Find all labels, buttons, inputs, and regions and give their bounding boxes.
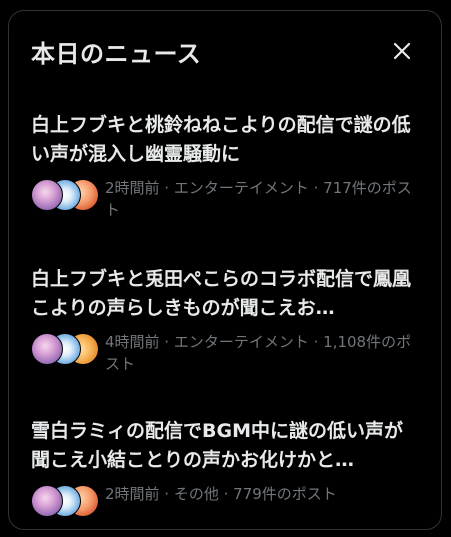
avatar-stack [31,333,99,365]
avatar-stack [31,179,99,211]
news-item[interactable]: 白上フブキと桃鈴ねねこよりの配信で謎の低い声が混入し幽霊騒動に 2時間前 · エ… [31,111,421,221]
news-item[interactable]: 雪白ラミィの配信でBGM中に謎の低い声が聞こえ小結ことりの声かお化けかと… 2時… [31,417,421,517]
news-headline: 白上フブキと兎田ぺこらのコラボ配信で鳳凰こよりの声らしきものが聞こえお… [31,268,412,319]
todays-news-panel: 本日のニュース 白上フブキと桃鈴ねねこよりの配信で謎の低い声が混入し幽霊騒動に … [8,10,442,530]
avatar [31,333,63,365]
news-meta: 2時間前 · その他 · 779件のポスト [105,485,337,503]
close-icon [393,42,411,60]
news-meta: 4時間前 · エンターテイメント · 1,108件のポスト [105,333,412,373]
avatar [31,485,63,517]
avatar-stack [31,485,99,517]
news-meta-row: 2時間前 · エンターテイメント · 717件のポスト [31,177,421,221]
news-headline: 白上フブキと桃鈴ねねこよりの配信で謎の低い声が混入し幽霊騒動に [31,114,411,165]
avatar [31,179,63,211]
news-headline: 雪白ラミィの配信でBGM中に謎の低い声が聞こえ小結ことりの声かお化けかと… [31,420,403,471]
news-meta-row: 2時間前 · その他 · 779件のポスト [31,483,421,517]
panel-header: 本日のニュース [31,31,419,71]
panel-title: 本日のニュース [31,39,202,68]
news-item[interactable]: 白上フブキと兎田ぺこらのコラボ配信で鳳凰こよりの声らしきものが聞こえお… 4時間… [31,265,421,375]
news-meta: 2時間前 · エンターテイメント · 717件のポスト [105,179,412,219]
news-meta-row: 4時間前 · エンターテイメント · 1,108件のポスト [31,331,421,375]
close-button[interactable] [385,34,419,68]
